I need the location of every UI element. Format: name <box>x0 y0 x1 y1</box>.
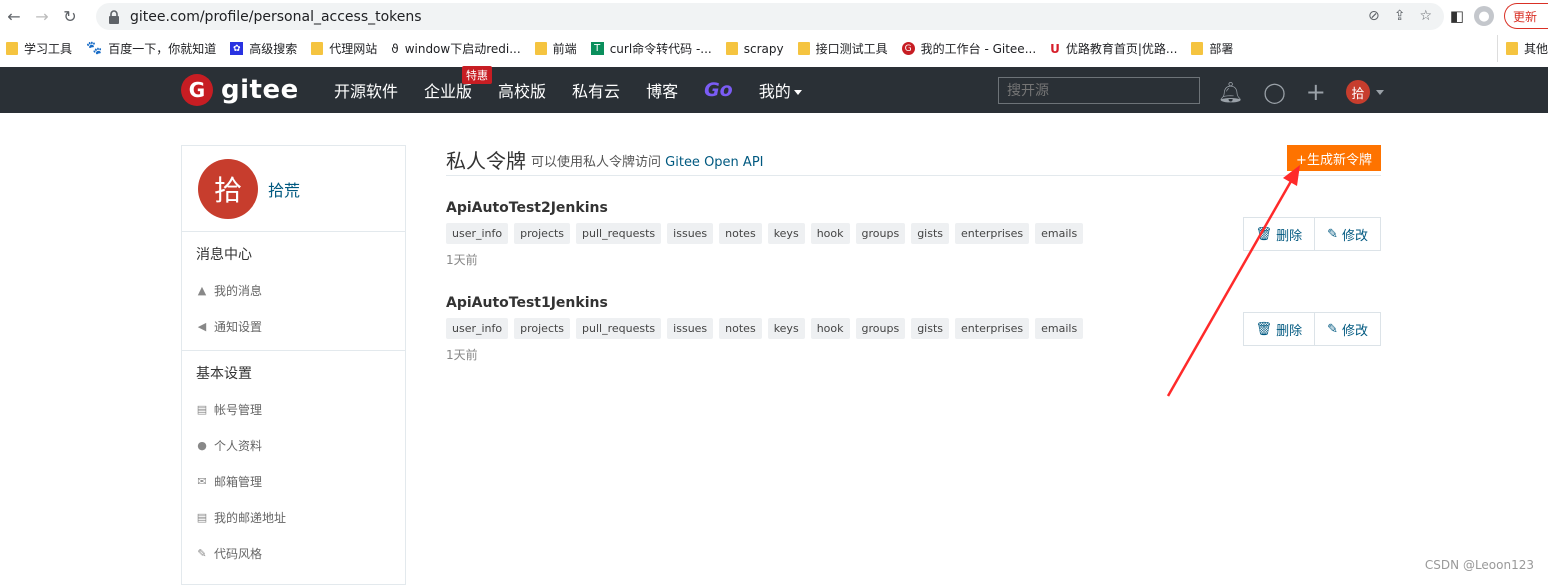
annotation-arrow <box>1166 165 1300 397</box>
watermark: CSDN @Leoon123 <box>1424 558 1534 572</box>
